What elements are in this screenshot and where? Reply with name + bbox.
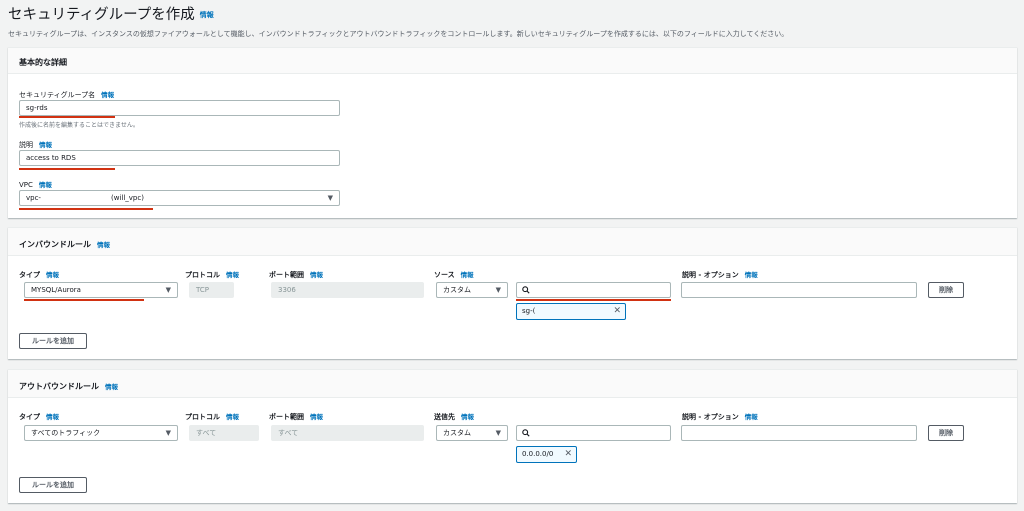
outbound-col-port: ポート範囲 情報 [269, 413, 323, 421]
close-icon[interactable]: ✕ [564, 447, 572, 462]
inbound-source-select[interactable]: カスタム ▼ [436, 282, 508, 298]
inbound-port-field: 3306 [271, 282, 424, 298]
page-title: セキュリティグループを作成 情報 [8, 7, 214, 23]
info-link[interactable]: 情報 [461, 413, 474, 421]
caret-down-icon: ▼ [165, 429, 171, 437]
inbound-rules-header: インバウンドルール 情報 [8, 228, 1017, 256]
description-label: 説明 情報 [19, 141, 52, 149]
inbound-rules-title: インバウンドルール 情報 [19, 240, 110, 249]
info-link[interactable]: 情報 [200, 11, 214, 19]
basic-details-panel: 基本的な詳細 セキュリティグループ名 情報 sg-rds 作成後に名前を編集するこ… [8, 47, 1017, 218]
info-link[interactable]: 情報 [105, 383, 118, 391]
info-link[interactable]: 情報 [101, 91, 114, 99]
caret-down-icon: ▼ [165, 286, 171, 294]
inbound-type-select[interactable]: MYSQL/Aurora ▼ [24, 282, 178, 298]
caret-down-icon: ▼ [495, 286, 501, 294]
annotation-underline [19, 116, 115, 118]
close-icon[interactable]: ✕ [613, 304, 621, 319]
caret-down-icon: ▼ [327, 194, 333, 202]
sg-name-label: セキュリティグループ名 情報 [19, 91, 115, 99]
info-link[interactable]: 情報 [745, 413, 758, 421]
inbound-delete-button[interactable]: 削除 [928, 282, 964, 298]
info-link[interactable]: 情報 [226, 271, 239, 279]
inbound-source-search-input[interactable] [516, 282, 671, 298]
basic-details-title: 基本的な詳細 [19, 58, 67, 67]
sg-name-input[interactable]: sg-rds [19, 100, 340, 116]
outbound-port-field: すべて [271, 425, 424, 441]
description-input[interactable]: access to RDS [19, 150, 340, 166]
outbound-delete-button[interactable]: 削除 [928, 425, 964, 441]
vpc-select[interactable]: vpc- (will_vpc) ▼ [19, 190, 340, 206]
outbound-description-input[interactable] [681, 425, 917, 441]
inbound-source-token: sg-( ✕ [516, 303, 626, 320]
info-link[interactable]: 情報 [46, 413, 59, 421]
inbound-col-protocol: プロトコル 情報 [185, 271, 239, 279]
annotation-underline [19, 168, 115, 170]
inbound-col-source: ソース 情報 [434, 271, 474, 279]
info-link[interactable]: 情報 [310, 271, 323, 279]
outbound-protocol-field: すべて [189, 425, 259, 441]
outbound-col-description: 説明 - オプション 情報 [682, 413, 758, 421]
outbound-col-protocol: プロトコル 情報 [185, 413, 239, 421]
info-link[interactable]: 情報 [461, 271, 474, 279]
info-link[interactable]: 情報 [97, 241, 110, 249]
outbound-destination-token: 0.0.0.0/0 ✕ [516, 446, 577, 463]
search-icon [522, 286, 530, 294]
inbound-protocol-field: TCP [189, 282, 234, 298]
info-link[interactable]: 情報 [226, 413, 239, 421]
inbound-add-rule-button[interactable]: ルールを追加 [19, 333, 87, 349]
basic-details-header: 基本的な詳細 [8, 48, 1017, 74]
outbound-type-select[interactable]: すべてのトラフィック ▼ [24, 425, 178, 441]
outbound-col-destination: 送信先 情報 [434, 413, 474, 421]
page-description: セキュリティグループは、インスタンスの仮想ファイアウォールとして機能し、インバウ… [8, 30, 789, 38]
inbound-description-input[interactable] [681, 282, 917, 298]
outbound-rules-title: アウトバウンドルール 情報 [19, 382, 118, 391]
outbound-rules-panel: アウトバウンドルール 情報 タイプ 情報 プロトコル 情報 ポート範囲 情報 送信先 情報… [8, 369, 1017, 503]
info-link[interactable]: 情報 [310, 413, 323, 421]
annotation-underline [24, 299, 144, 301]
outbound-destination-search-input[interactable] [516, 425, 671, 441]
annotation-underline [19, 208, 153, 210]
info-link[interactable]: 情報 [46, 271, 59, 279]
caret-down-icon: ▼ [495, 429, 501, 437]
outbound-rules-header: アウトバウンドルール 情報 [8, 370, 1017, 398]
sg-name-hint: 作成後に名前を編集することはできません。 [19, 122, 139, 129]
inbound-col-description: 説明 - オプション 情報 [682, 271, 758, 279]
outbound-destination-select[interactable]: カスタム ▼ [436, 425, 508, 441]
info-link[interactable]: 情報 [745, 271, 758, 279]
annotation-underline [516, 299, 671, 301]
inbound-col-type: タイプ 情報 [19, 271, 59, 279]
inbound-col-port: ポート範囲 情報 [269, 271, 323, 279]
outbound-col-type: タイプ 情報 [19, 413, 59, 421]
info-link[interactable]: 情報 [39, 141, 52, 149]
outbound-add-rule-button[interactable]: ルールを追加 [19, 477, 87, 493]
info-link[interactable]: 情報 [39, 181, 52, 189]
inbound-rules-panel: インバウンドルール 情報 タイプ 情報 プロトコル 情報 ポート範囲 情報 ソース 情報 … [8, 227, 1017, 359]
search-icon [522, 429, 530, 437]
vpc-label: VPC 情報 [19, 181, 52, 189]
